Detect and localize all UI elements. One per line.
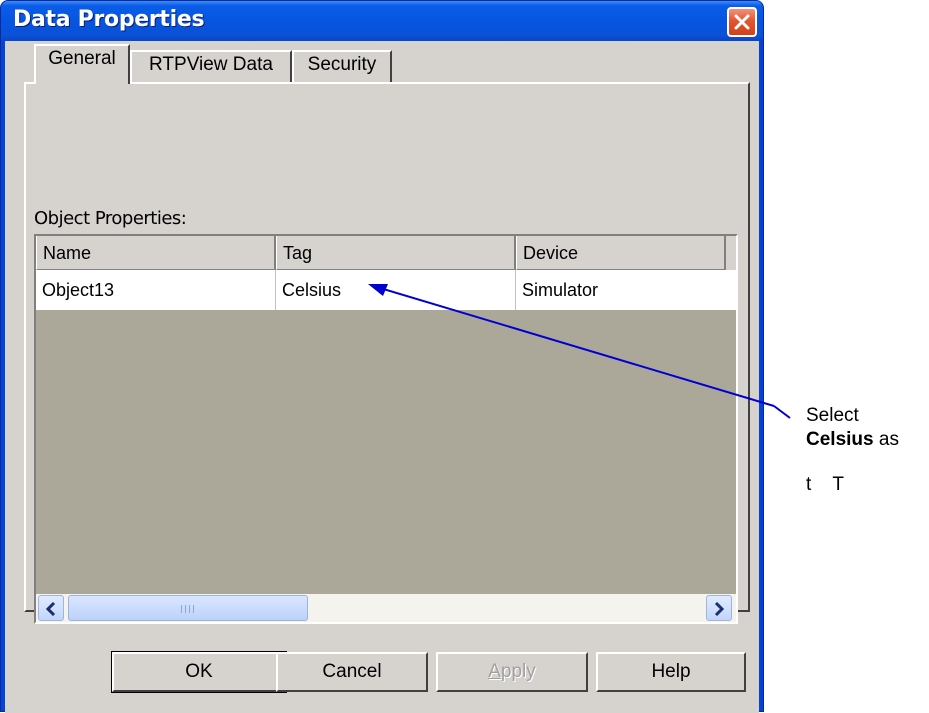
- annotation-line-1: Select: [806, 405, 859, 426]
- apply-mnemonic: A: [488, 661, 501, 682]
- column-header-tag[interactable]: Tag: [276, 236, 516, 270]
- scroll-right-button[interactable]: [706, 595, 732, 621]
- scroll-thumb[interactable]: [68, 595, 308, 621]
- annotation-bold-term: Celsius: [806, 429, 874, 450]
- close-x-icon: [734, 14, 750, 30]
- annotation-line-2-rest: as: [873, 429, 899, 450]
- tab-rtpview-data-label: RTPView Data: [149, 54, 273, 75]
- tab-general-label: General: [48, 48, 116, 69]
- window-title: Data Properties: [13, 7, 205, 32]
- object-properties-list[interactable]: Name Tag Device Object13 Celsius Simulat…: [34, 234, 738, 624]
- annotation-line-2: Celsius as: [806, 428, 926, 452]
- column-tag-label: Tag: [283, 243, 313, 263]
- column-header-name[interactable]: Name: [36, 236, 276, 270]
- ok-button-label: OK: [185, 661, 213, 682]
- object-properties-label: Object Properties:: [34, 208, 187, 229]
- cell-name[interactable]: Object13: [36, 270, 276, 310]
- arrow-left-icon: [46, 602, 56, 616]
- cell-tag[interactable]: Celsius: [276, 270, 516, 310]
- tab-security[interactable]: Security: [292, 50, 392, 82]
- list-header: Name Tag Device: [36, 236, 736, 270]
- column-device-label: Device: [523, 243, 579, 263]
- annotation-callout: Select Celsius as: [806, 404, 926, 452]
- table-row[interactable]: Object13 Celsius Simulator: [36, 270, 736, 310]
- apply-button[interactable]: Apply: [436, 652, 588, 692]
- horizontal-scrollbar[interactable]: [36, 594, 736, 622]
- close-button[interactable]: [727, 7, 757, 37]
- apply-button-label: pply: [500, 661, 536, 682]
- title-bar[interactable]: Data Properties: [1, 1, 763, 41]
- cell-device[interactable]: Simulator: [516, 270, 726, 310]
- annotation-cropped-line: t T: [806, 474, 844, 492]
- tab-security-label: Security: [307, 54, 377, 75]
- column-name-label: Name: [43, 243, 92, 263]
- help-button-label: Help: [651, 661, 691, 682]
- column-header-device[interactable]: Device: [516, 236, 726, 270]
- tab-rtpview-data[interactable]: RTPView Data: [130, 50, 292, 82]
- cancel-button-label: Cancel: [322, 661, 382, 682]
- ok-button[interactable]: OK: [111, 651, 287, 693]
- tab-general[interactable]: General: [34, 44, 130, 84]
- arrow-right-icon: [714, 602, 724, 616]
- scroll-left-button[interactable]: [38, 595, 64, 621]
- cancel-button[interactable]: Cancel: [276, 652, 428, 692]
- help-button[interactable]: Help: [596, 652, 746, 692]
